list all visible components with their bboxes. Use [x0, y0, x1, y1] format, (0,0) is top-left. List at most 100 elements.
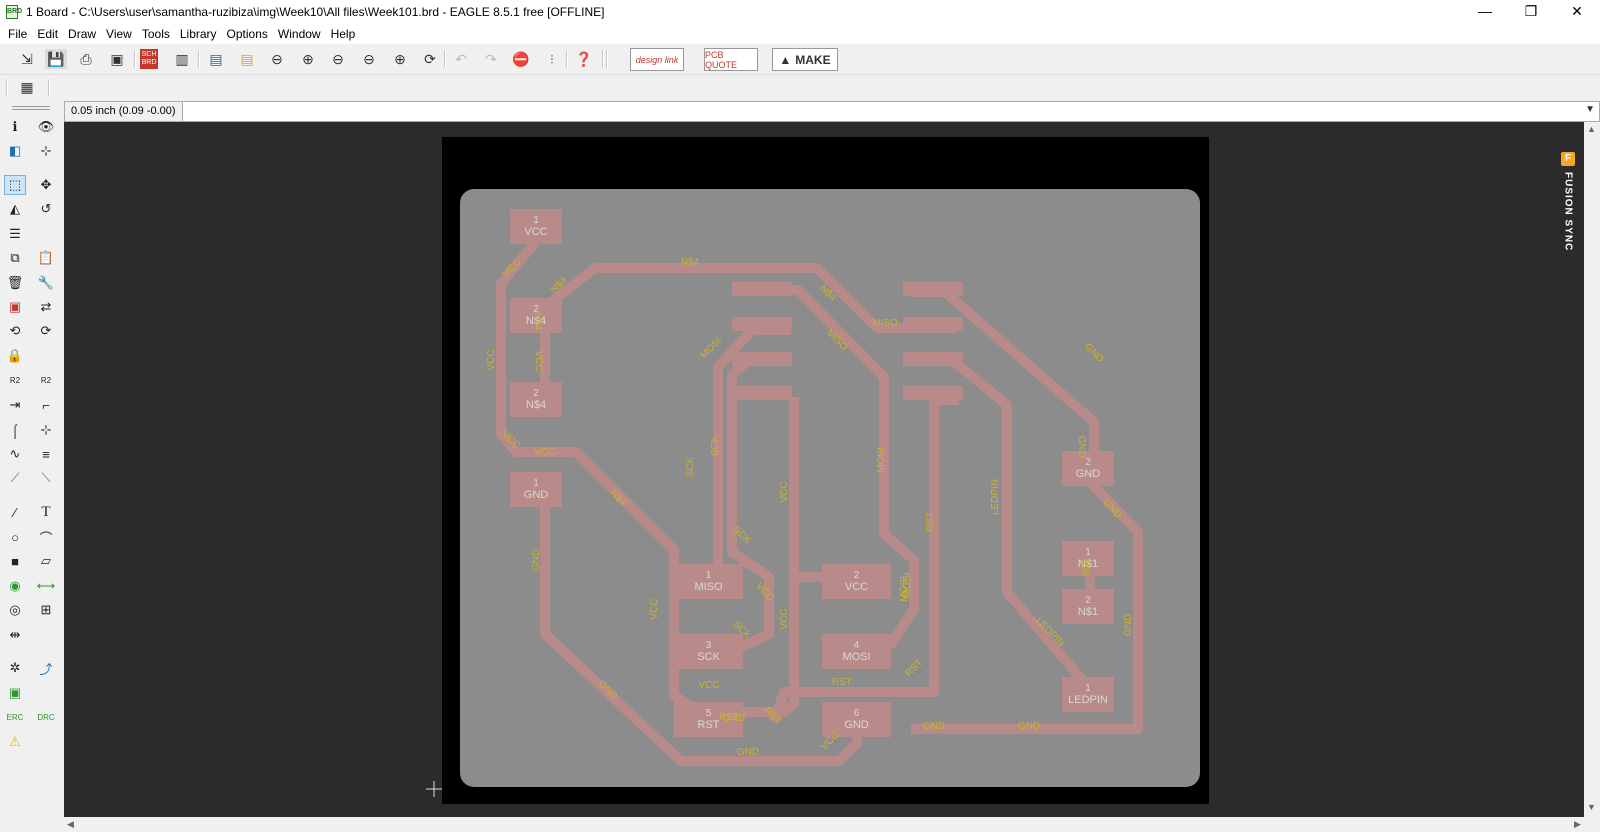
make-button[interactable]: ▲ MAKE	[772, 48, 838, 71]
fusion-sync-tab[interactable]: F FUSION SYNC	[1557, 152, 1579, 252]
dimension-icon[interactable]: ⇹	[4, 625, 26, 645]
minimize-button[interactable]: —	[1462, 0, 1508, 24]
rectangle-icon[interactable]: ■	[4, 551, 26, 571]
sch-brd-switch-icon[interactable]: SCH BRD	[140, 49, 158, 69]
info-icon[interactable]: ℹ	[4, 117, 26, 137]
mark-icon[interactable]: ⊹	[35, 141, 57, 161]
menu-library[interactable]: Library	[176, 27, 223, 41]
ic-pad	[903, 317, 963, 331]
toolbar-divider	[6, 79, 8, 97]
add-icon[interactable]: ▣	[4, 297, 26, 317]
pinswap-icon[interactable]: ⟳	[35, 321, 57, 341]
menu-options[interactable]: Options	[223, 27, 274, 41]
net-label: VCC	[533, 350, 544, 371]
hole-icon[interactable]: ◎	[4, 600, 26, 620]
design-link-button[interactable]: design link	[630, 48, 684, 71]
menu-file[interactable]: File	[4, 27, 33, 41]
optimize-icon[interactable]: ⊹	[35, 420, 57, 440]
menu-window[interactable]: Window	[274, 27, 327, 41]
change-icon[interactable]: 🔧	[35, 273, 57, 293]
lock-icon[interactable]: 🔒	[4, 346, 26, 366]
cam-processor-icon[interactable]: ▣	[106, 49, 128, 69]
restore-button[interactable]: ❐	[1508, 0, 1554, 24]
board-canvas[interactable]: 1 VCC 2 N$4 2 N$4 1 GND 1 MISO 3 SCK 5 RST 2 VCC 4 MOSI 6 G…	[64, 122, 1584, 817]
scroll-down-icon[interactable]: ▼	[1587, 802, 1596, 812]
align-icon[interactable]: ☰	[4, 224, 26, 244]
delete-icon[interactable]: 🗑	[4, 273, 26, 293]
vertical-scrollbar[interactable]: ▲ ▼	[1584, 122, 1600, 817]
grid-icon[interactable]: ▦	[16, 77, 38, 97]
scroll-up-icon[interactable]: ▲	[1587, 124, 1596, 134]
horizontal-scrollbar[interactable]: ◀ ▶	[64, 817, 1600, 832]
ulp-icon[interactable]: ▤	[236, 49, 258, 69]
rotate-icon[interactable]: ↺	[35, 199, 57, 219]
route-multiple-icon[interactable]: ≡	[35, 444, 57, 464]
attribute-icon[interactable]: ⊞	[35, 600, 57, 620]
miter-icon[interactable]: ⌐	[35, 395, 57, 415]
smash-icon[interactable]: ⇥	[4, 395, 26, 415]
polygon-icon[interactable]: ▱	[35, 551, 57, 571]
split-icon[interactable]: ⌠	[4, 420, 26, 440]
select-icon[interactable]: ⬚	[4, 175, 26, 195]
route-icon[interactable]: ⟋	[4, 468, 26, 488]
zoom-in-icon[interactable]: ⊕	[297, 49, 319, 69]
script-icon[interactable]: ▤	[205, 49, 227, 69]
save-icon[interactable]: 💾	[45, 49, 67, 69]
go-icon[interactable]: ⁝	[541, 49, 563, 69]
signal-icon[interactable]: ⟷	[35, 576, 57, 596]
palette-grip[interactable]	[12, 106, 50, 110]
open-icon[interactable]: ⇲	[16, 49, 38, 69]
zoom-fit-icon[interactable]: ⊖	[266, 49, 288, 69]
warning-icon[interactable]: ⚠	[4, 732, 26, 752]
text-icon[interactable]: T	[35, 502, 57, 522]
copy-icon[interactable]: ⧉	[4, 248, 26, 268]
help-icon[interactable]: ❓	[573, 49, 595, 69]
zoom-select-icon[interactable]: ⊖	[358, 49, 380, 69]
ratsnest-icon[interactable]: ✲	[4, 658, 26, 678]
value-icon[interactable]: R2	[35, 370, 57, 390]
menu-help[interactable]: Help	[327, 27, 362, 41]
pad-number: 1	[1085, 547, 1091, 558]
name-icon[interactable]: R2	[4, 370, 26, 390]
stop-icon[interactable]: ⛔	[510, 49, 532, 69]
close-button[interactable]: ✕	[1554, 0, 1600, 24]
menu-edit[interactable]: Edit	[33, 27, 64, 41]
scroll-left-icon[interactable]: ◀	[67, 819, 74, 830]
chevron-down-icon[interactable]: ▼	[1585, 104, 1595, 115]
pad-number: 4	[854, 640, 860, 651]
via-icon[interactable]: ◉	[4, 576, 26, 596]
print-icon[interactable]: ⎙	[75, 49, 97, 69]
replace-icon[interactable]: ⇄	[35, 297, 57, 317]
redraw-icon[interactable]: ⟳	[419, 49, 441, 69]
erc-icon[interactable]: ERC	[4, 707, 26, 727]
drc-icon[interactable]: DRC	[35, 707, 57, 727]
meander-icon[interactable]: ∿	[4, 444, 26, 464]
autorouter-icon[interactable]: ⤴	[35, 658, 57, 678]
mirror-icon[interactable]: ◭	[4, 199, 26, 219]
fusion-icon: F	[1561, 152, 1575, 166]
swap-icon[interactable]: ⟲	[4, 321, 26, 341]
menu-view[interactable]: View	[102, 27, 138, 41]
pcb-quote-button[interactable]: PCB QUOTE	[704, 48, 758, 71]
move-icon[interactable]: ✥	[35, 175, 57, 195]
command-input[interactable]	[197, 102, 1577, 121]
circle-icon[interactable]: ○	[4, 527, 26, 547]
display-layers-icon[interactable]: ◧	[4, 141, 26, 161]
paste-icon[interactable]: 📋	[35, 248, 57, 268]
menu-draw[interactable]: Draw	[64, 27, 102, 41]
scroll-right-icon[interactable]: ▶	[1574, 819, 1581, 830]
cam-icon[interactable]: ▣	[4, 683, 26, 703]
wire-icon[interactable]: ∕	[4, 502, 26, 522]
show-icon[interactable]: 👁	[35, 117, 57, 137]
zoom-out-icon[interactable]: ⊖	[327, 49, 349, 69]
net-label: VCC	[486, 349, 497, 370]
arc-icon[interactable]: ⌒	[35, 527, 57, 547]
redo-icon[interactable]: ↷	[480, 49, 502, 69]
library-icon[interactable]: ▥	[171, 49, 193, 69]
ripup-icon[interactable]: ⟍	[35, 468, 57, 488]
undo-icon[interactable]: ↶	[450, 49, 472, 69]
zoom-area-icon[interactable]: ⊕	[389, 49, 411, 69]
menu-tools[interactable]: Tools	[138, 27, 176, 41]
net-label: N$4	[681, 257, 700, 268]
net-label: GND	[723, 713, 745, 724]
